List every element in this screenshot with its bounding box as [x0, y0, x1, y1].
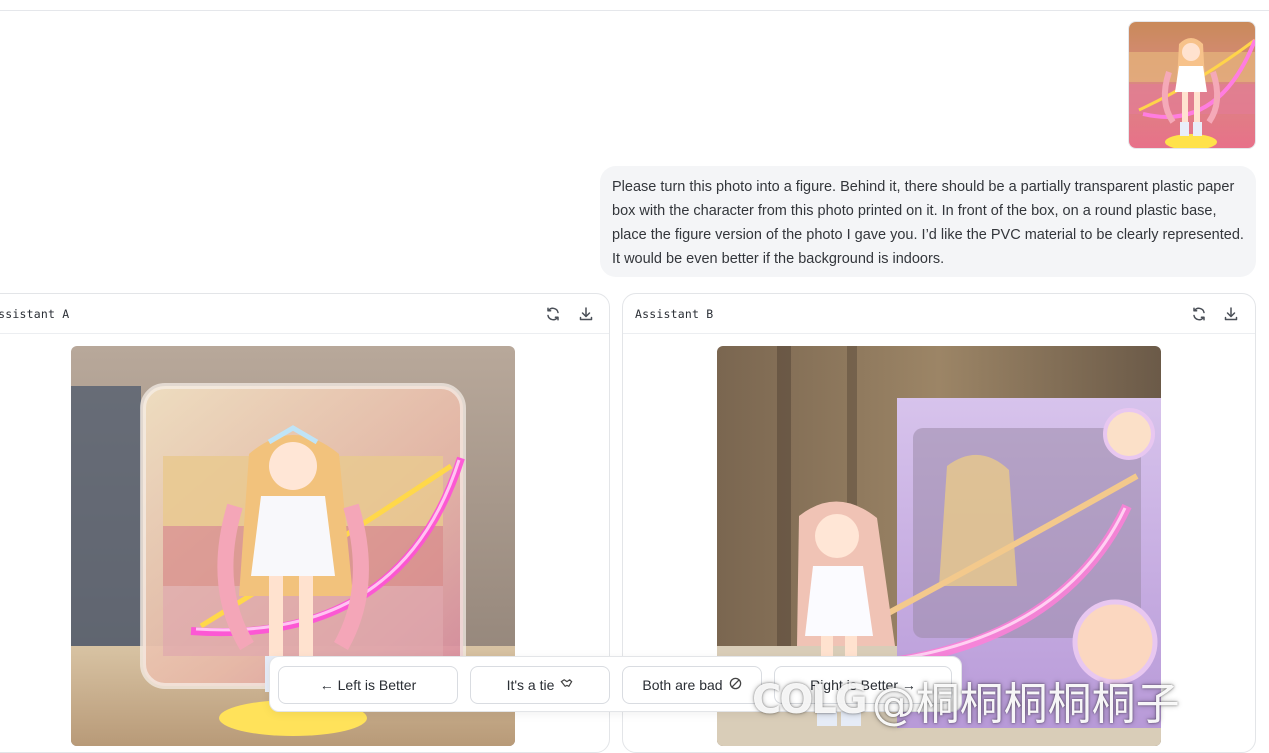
- handshake-icon: [560, 677, 573, 693]
- user-uploaded-image[interactable]: [1128, 21, 1256, 149]
- prohibited-icon: [729, 677, 742, 693]
- tie-button[interactable]: It's a tie: [470, 666, 610, 704]
- panel-header: Assistant A: [0, 294, 609, 334]
- vote-bar: ← Left is Better It's a tie Both are bad…: [269, 656, 962, 712]
- refresh-icon[interactable]: [544, 305, 562, 323]
- both-bad-label: Both are bad: [642, 677, 723, 693]
- right-is-better-button[interactable]: Right is Better →: [774, 666, 952, 704]
- right-is-better-label: Right is Better →: [810, 677, 916, 693]
- download-icon[interactable]: [577, 305, 595, 323]
- download-icon[interactable]: [1222, 305, 1240, 323]
- panel-title-assistant-a: Assistant A: [0, 307, 70, 321]
- left-is-better-button[interactable]: ← Left is Better: [278, 666, 458, 704]
- panel-title-assistant-b: Assistant B: [635, 307, 714, 321]
- left-is-better-label: ← Left is Better: [319, 677, 417, 693]
- panel-header: Assistant B: [623, 294, 1255, 334]
- tie-label: It's a tie: [506, 677, 555, 693]
- top-divider: [0, 10, 1269, 11]
- refresh-icon[interactable]: [1190, 305, 1208, 323]
- user-message-bubble: Please turn this photo into a figure. Be…: [600, 166, 1256, 277]
- both-bad-button[interactable]: Both are bad: [622, 666, 762, 704]
- user-message-text: Please turn this photo into a figure. Be…: [612, 179, 1244, 267]
